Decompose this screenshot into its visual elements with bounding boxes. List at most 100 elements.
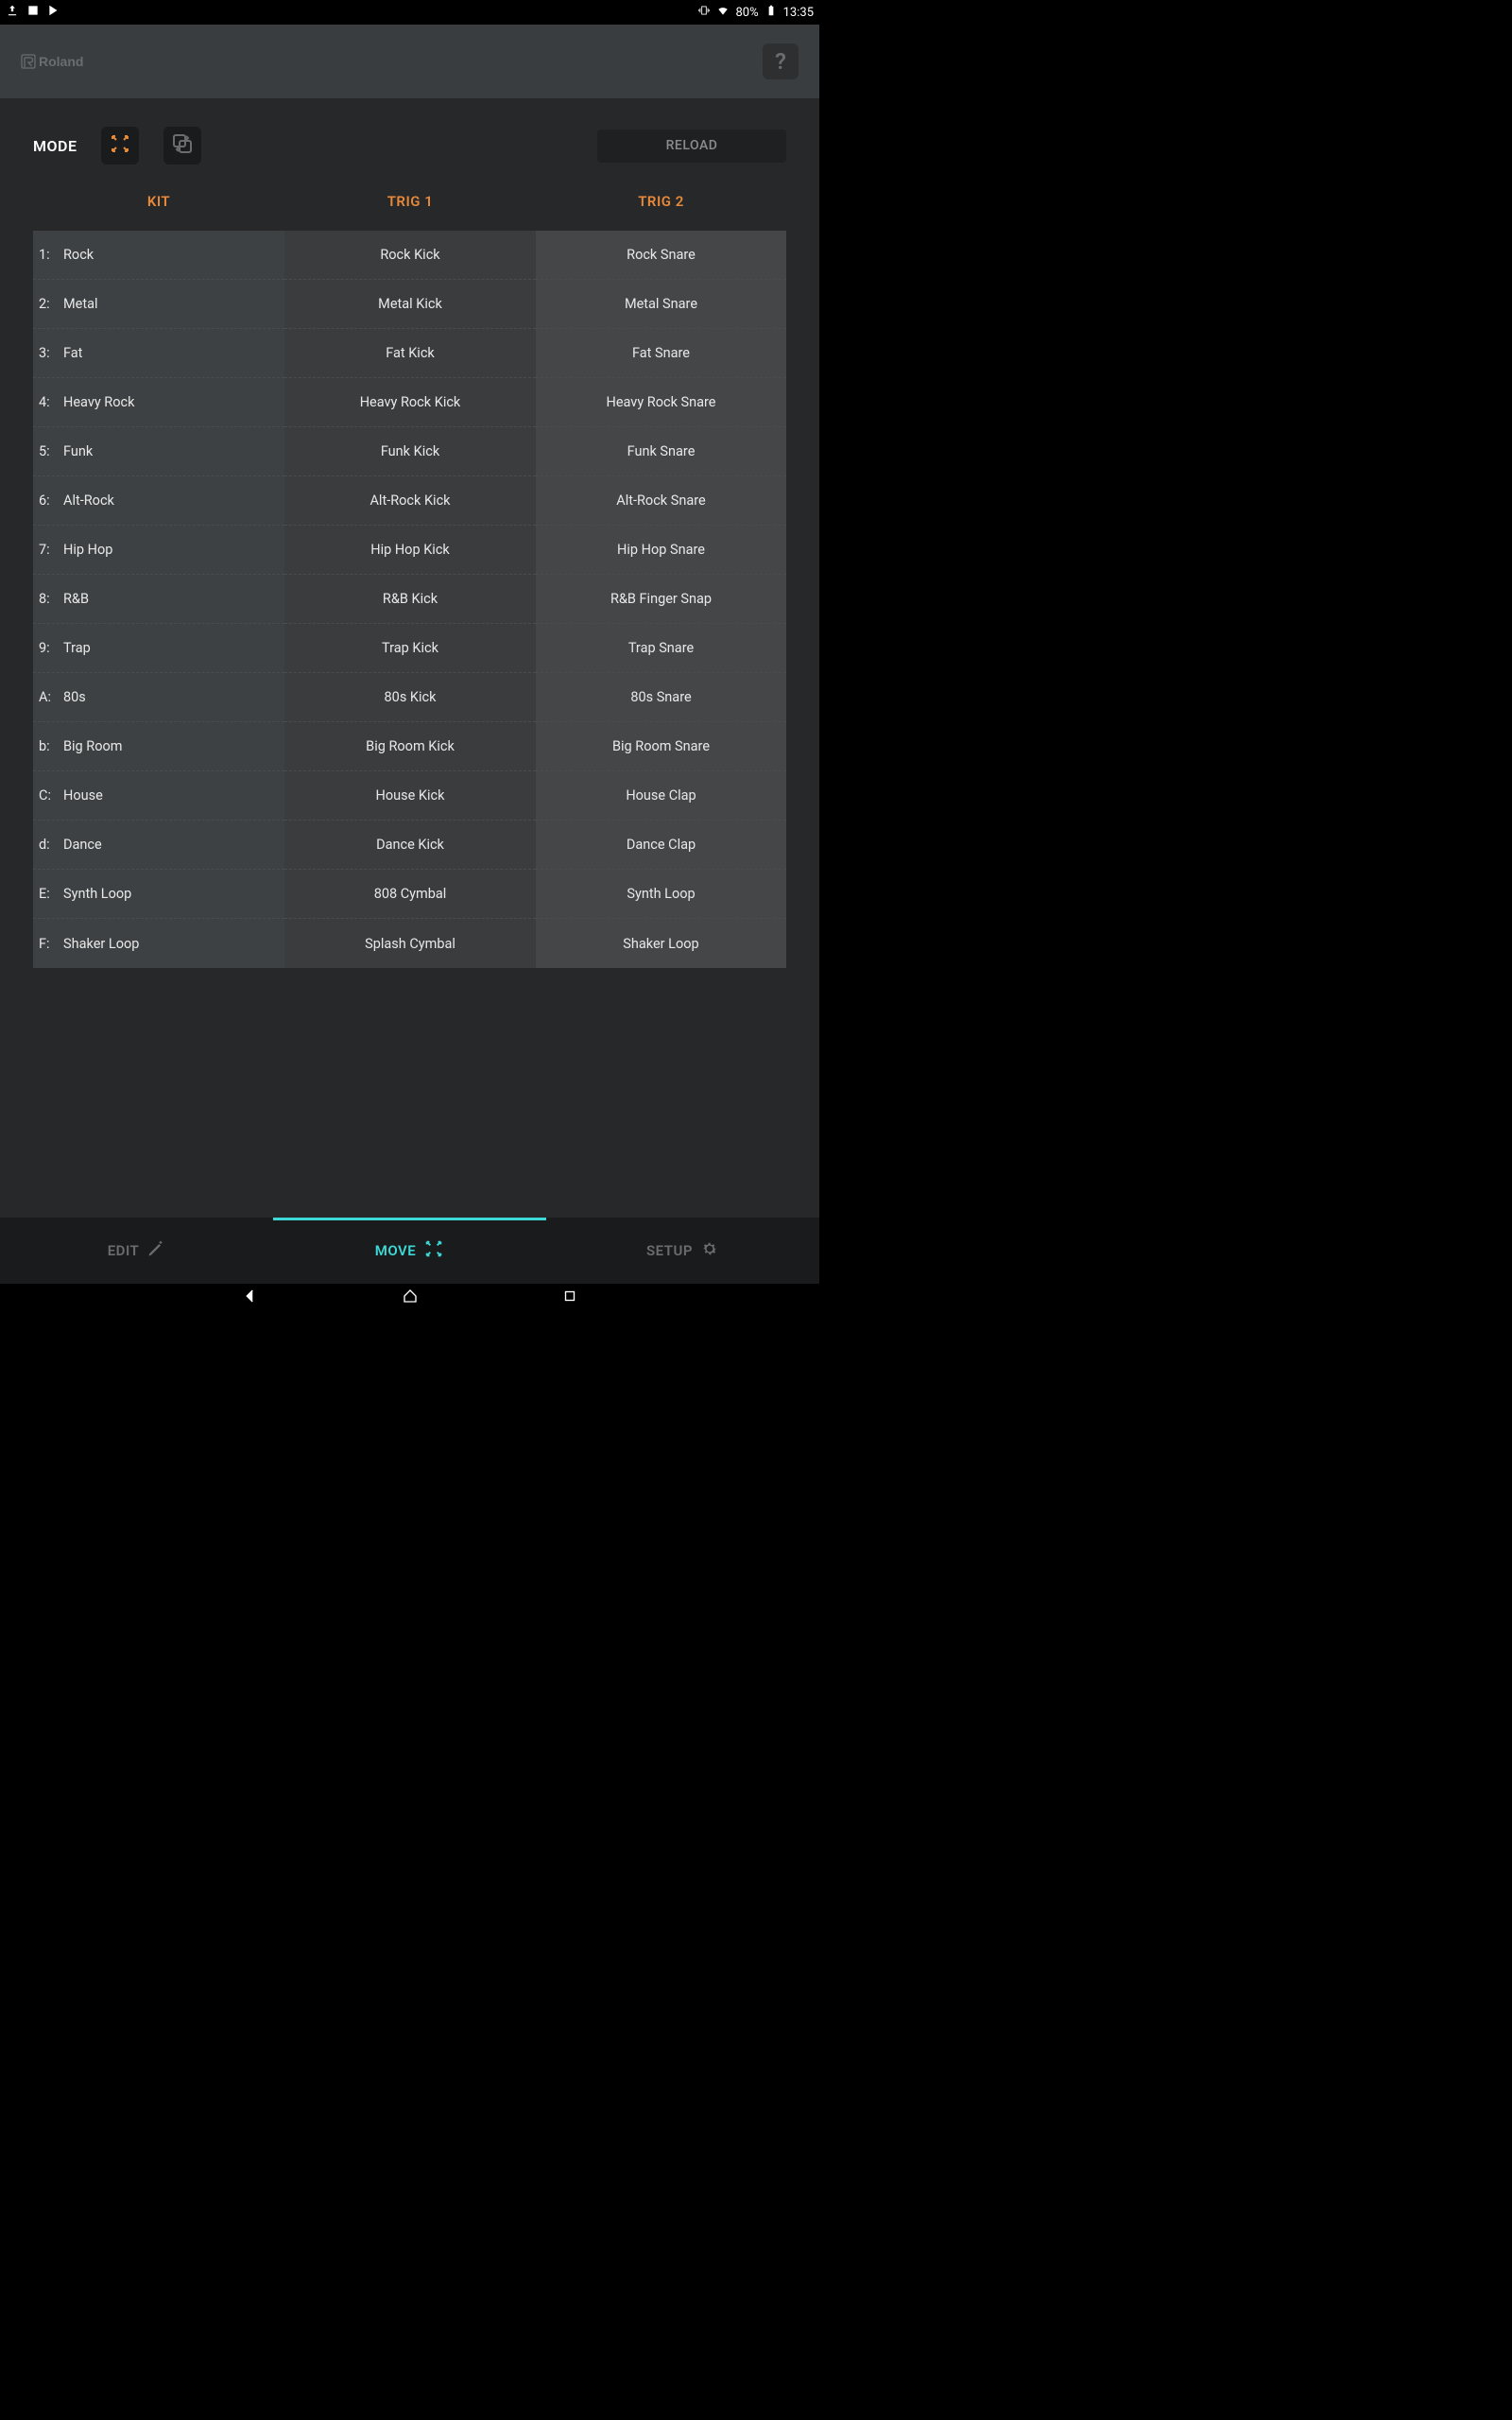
trig1-cell[interactable]: Metal Kick — [284, 280, 536, 329]
svg-text:Roland: Roland — [39, 54, 83, 69]
mode-swap-button[interactable] — [163, 127, 201, 164]
kit-name: Funk — [63, 443, 93, 459]
kit-cell[interactable]: 4:Heavy Rock — [33, 378, 284, 427]
trig2-cell[interactable]: 80s Snare — [536, 673, 786, 722]
kit-name: Big Room — [63, 738, 123, 754]
kit-index: d: — [39, 837, 63, 853]
recent-icon[interactable] — [561, 1288, 578, 1308]
trig2-cell[interactable]: Fat Snare — [536, 329, 786, 378]
kit-cell[interactable]: b:Big Room — [33, 722, 284, 771]
trig2-cell[interactable]: House Clap — [536, 771, 786, 821]
kit-name: Metal — [63, 296, 98, 312]
reload-button[interactable]: RELOAD — [597, 130, 786, 163]
help-button[interactable]: ? — [763, 43, 799, 79]
trig2-cell[interactable]: Hip Hop Snare — [536, 526, 786, 575]
kit-cell[interactable]: 2:Metal — [33, 280, 284, 329]
kit-cell[interactable]: 6:Alt-Rock — [33, 476, 284, 526]
nav-setup[interactable]: SETUP — [546, 1218, 819, 1284]
home-icon[interactable] — [402, 1288, 419, 1308]
content-area: MODE RELOAD KIT TRIG 1 TRIG 2 1:RockRock… — [0, 98, 819, 1218]
app-header: Roland ? — [0, 25, 819, 98]
kit-cell[interactable]: A:80s — [33, 673, 284, 722]
kit-cell[interactable]: 3:Fat — [33, 329, 284, 378]
swap-icon — [171, 132, 194, 159]
trig2-cell[interactable]: Synth Loop — [536, 870, 786, 919]
trig1-cell[interactable]: Rock Kick — [284, 231, 536, 280]
trig1-cell[interactable]: Splash Cymbal — [284, 919, 536, 968]
trig2-cell[interactable]: Trap Snare — [536, 624, 786, 673]
col-trig2: TRIG 2 — [536, 193, 786, 210]
bottom-nav: EDIT MOVE SETUP — [0, 1218, 819, 1284]
nav-move-label: MOVE — [375, 1242, 417, 1259]
wifi-icon — [716, 4, 730, 21]
kit-index: F: — [39, 936, 63, 952]
reload-label: RELOAD — [666, 138, 718, 153]
kit-cell[interactable]: C:House — [33, 771, 284, 821]
trig1-cell[interactable]: 80s Kick — [284, 673, 536, 722]
trig1-cell[interactable]: Dance Kick — [284, 821, 536, 870]
kit-name: Hip Hop — [63, 542, 112, 558]
kit-index: 4: — [39, 394, 63, 410]
nav-edit[interactable]: EDIT — [0, 1218, 273, 1284]
mode-label: MODE — [33, 137, 77, 155]
kit-cell[interactable]: 8:R&B — [33, 575, 284, 624]
trig2-cell[interactable]: Heavy Rock Snare — [536, 378, 786, 427]
trig2-cell[interactable]: Alt-Rock Snare — [536, 476, 786, 526]
expand-icon — [109, 132, 131, 159]
kit-index: 1: — [39, 247, 63, 263]
col-trig1: TRIG 1 — [284, 193, 536, 210]
nav-move[interactable]: MOVE — [273, 1218, 546, 1284]
kit-name: House — [63, 787, 103, 804]
vibrate-icon — [697, 4, 711, 21]
kit-cell[interactable]: E:Synth Loop — [33, 870, 284, 919]
kit-index: 5: — [39, 443, 63, 459]
kit-cell[interactable]: 1:Rock — [33, 231, 284, 280]
kit-index: 7: — [39, 542, 63, 558]
back-icon[interactable] — [242, 1288, 259, 1308]
kit-name: Fat — [63, 345, 82, 361]
trig2-cell[interactable]: Funk Snare — [536, 427, 786, 476]
trig1-cell[interactable]: Alt-Rock Kick — [284, 476, 536, 526]
kit-cell[interactable]: 7:Hip Hop — [33, 526, 284, 575]
kit-index: 2: — [39, 296, 63, 312]
trig2-cell[interactable]: Metal Snare — [536, 280, 786, 329]
trig2-cell[interactable]: Rock Snare — [536, 231, 786, 280]
image-icon — [26, 4, 40, 21]
kit-index: A: — [39, 689, 63, 705]
trig1-cell[interactable]: House Kick — [284, 771, 536, 821]
trig1-cell[interactable]: Hip Hop Kick — [284, 526, 536, 575]
trig2-cell[interactable]: R&B Finger Snap — [536, 575, 786, 624]
kit-index: C: — [39, 787, 63, 804]
kit-index: E: — [39, 886, 63, 902]
help-label: ? — [775, 48, 786, 75]
kit-cell[interactable]: 9:Trap — [33, 624, 284, 673]
upload-icon — [6, 4, 19, 21]
kit-cell[interactable]: d:Dance — [33, 821, 284, 870]
trig2-cell[interactable]: Big Room Snare — [536, 722, 786, 771]
trig1-cell[interactable]: Fat Kick — [284, 329, 536, 378]
col-kit: KIT — [33, 193, 284, 210]
trig2-cell[interactable]: Dance Clap — [536, 821, 786, 870]
kit-name: Heavy Rock — [63, 394, 134, 410]
kit-name: Trap — [63, 640, 91, 656]
nav-setup-label: SETUP — [646, 1242, 693, 1259]
kit-name: Shaker Loop — [63, 936, 139, 952]
mode-expand-button[interactable] — [101, 127, 139, 164]
trig1-cell[interactable]: 808 Cymbal — [284, 870, 536, 919]
kit-index: 3: — [39, 345, 63, 361]
kit-cell[interactable]: F:Shaker Loop — [33, 919, 284, 968]
trig1-cell[interactable]: R&B Kick — [284, 575, 536, 624]
android-status-bar: 80% 13:35 — [0, 0, 819, 25]
mode-row: MODE RELOAD — [0, 127, 819, 164]
kit-name: Alt-Rock — [63, 493, 114, 509]
kit-name: Rock — [63, 247, 94, 263]
kit-table: KIT TRIG 1 TRIG 2 1:RockRock KickRock Sn… — [0, 193, 819, 968]
trig1-cell[interactable]: Big Room Kick — [284, 722, 536, 771]
trig2-cell[interactable]: Shaker Loop — [536, 919, 786, 968]
trig1-cell[interactable]: Heavy Rock Kick — [284, 378, 536, 427]
nav-edit-label: EDIT — [108, 1242, 140, 1259]
trig1-cell[interactable]: Trap Kick — [284, 624, 536, 673]
kit-cell[interactable]: 5:Funk — [33, 427, 284, 476]
battery-percent: 80% — [735, 6, 758, 20]
trig1-cell[interactable]: Funk Kick — [284, 427, 536, 476]
